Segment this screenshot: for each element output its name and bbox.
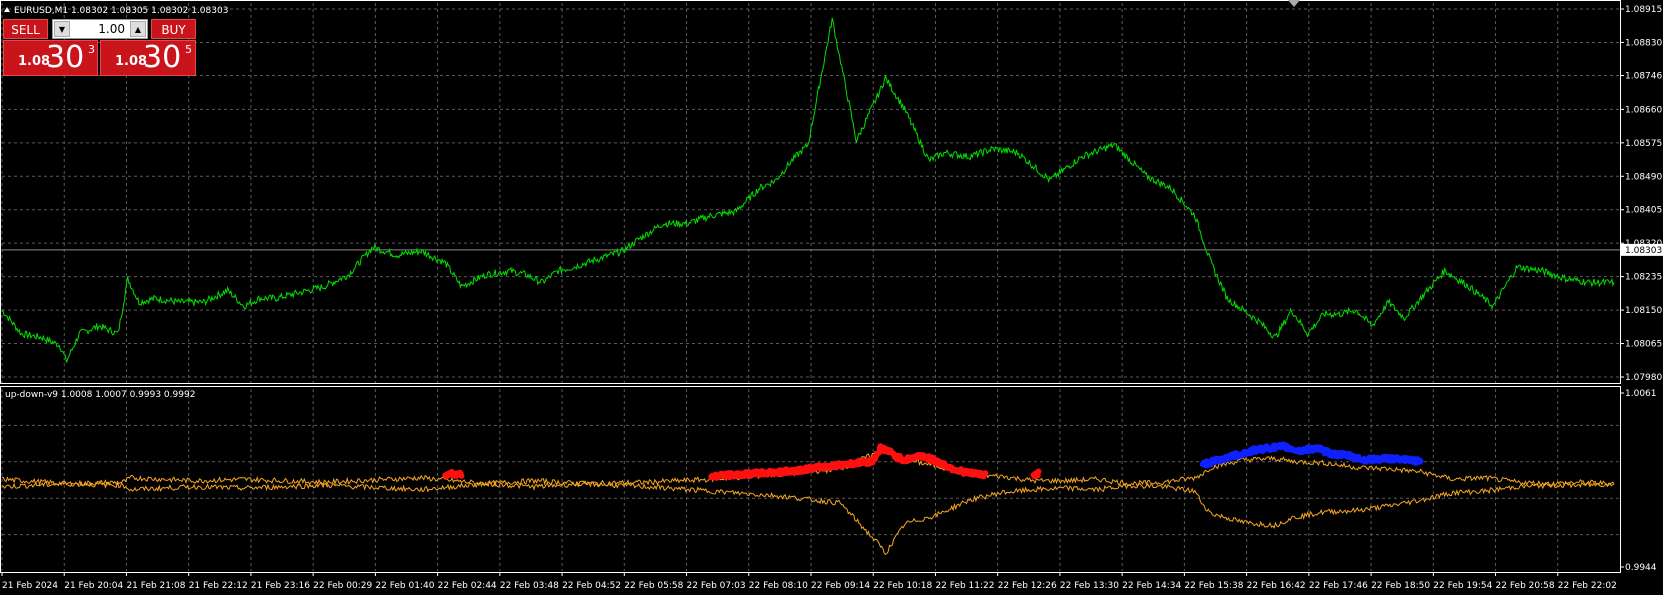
current-price-label: 1.08303 [1625, 246, 1662, 256]
buy-price-button[interactable]: 1.08 30 5 [100, 40, 196, 76]
price-label: 1.08405 [1625, 206, 1662, 216]
time-label: 22 Feb 03:48 [500, 581, 559, 591]
up-signal-dot [982, 470, 989, 477]
lot-increase-icon[interactable]: ▲ [130, 21, 146, 37]
time-label: 21 Feb 21:08 [126, 581, 185, 591]
lot-size-value[interactable]: 1.00 [98, 20, 125, 38]
up-signal-dot [458, 472, 465, 479]
time-label: 22 Feb 22:02 [1558, 581, 1617, 591]
time-label: 22 Feb 15:38 [1184, 581, 1243, 591]
price-label: 1.08150 [1625, 306, 1662, 316]
price-label: 1.08575 [1625, 139, 1662, 149]
time-label: 22 Feb 02:44 [438, 581, 497, 591]
time-label: 22 Feb 17:46 [1309, 581, 1368, 591]
one-click-trading-panel: SELL ▼ 1.00 ▲ BUY 1.08 30 3 1.08 30 5 [3, 19, 197, 76]
time-label: 22 Feb 14:34 [1122, 581, 1181, 591]
price-series-line[interactable] [1, 17, 1615, 363]
sell-price-big: 30 [46, 40, 85, 75]
price-label: 1.08830 [1625, 38, 1662, 48]
time-label: 22 Feb 11:22 [935, 581, 994, 591]
chart-shift-marker-icon[interactable] [1288, 0, 1300, 7]
time-label: 22 Feb 01:40 [375, 581, 434, 591]
indicator-axis-label: 1.0061 [1625, 389, 1657, 399]
indicator-axis-label: 0.9944 [1625, 563, 1657, 573]
price-label: 1.08065 [1625, 340, 1662, 350]
price-axis: 1.08915 1.08830 1.08746 1.08660 1.08575 1.084… [1620, 5, 1663, 573]
buy-price-big: 30 [143, 40, 182, 75]
buy-price-sup: 5 [185, 43, 192, 56]
time-label: 22 Feb 13:30 [1060, 581, 1119, 591]
lot-decrease-icon[interactable]: ▼ [54, 21, 70, 37]
down-signal-dot [1417, 458, 1424, 465]
time-label: 22 Feb 19:54 [1433, 581, 1492, 591]
sell-button[interactable]: SELL [3, 19, 48, 39]
indicator-header: up-down-v9 1.0008 1.0007 0.9993 0.9992 [5, 390, 195, 400]
symbol-header: EURUSD,M1 1.08302 1.08305 1.08302 1.0830… [14, 6, 228, 16]
price-label: 1.07980 [1625, 373, 1662, 383]
up-signal-dot [1035, 468, 1042, 475]
price-label: 1.08490 [1625, 172, 1662, 182]
time-label: 22 Feb 08:10 [749, 581, 808, 591]
time-label: 22 Feb 09:14 [811, 581, 870, 591]
time-label: 21 Feb 2024 [2, 581, 58, 591]
chart-canvas[interactable]: 1.08915 1.08830 1.08746 1.08660 1.08575 1.084… [0, 0, 1663, 595]
time-label: 22 Feb 04:52 [562, 581, 621, 591]
time-label: 22 Feb 18:50 [1371, 581, 1430, 591]
time-label: 22 Feb 10:18 [873, 581, 932, 591]
price-label: 1.08660 [1625, 105, 1662, 115]
price-panel[interactable] [1, 17, 1615, 363]
lot-size-field[interactable]: ▼ 1.00 ▲ [52, 19, 148, 39]
time-label: 22 Feb 07:03 [687, 581, 746, 591]
sell-price-button[interactable]: 1.08 30 3 [3, 40, 98, 76]
time-label: 22 Feb 12:26 [998, 581, 1057, 591]
grid [1, 3, 1620, 571]
time-label: 21 Feb 20:04 [64, 581, 123, 591]
price-label: 1.08746 [1625, 72, 1662, 82]
time-label: 22 Feb 05:58 [624, 581, 683, 591]
time-label: 22 Feb 00:29 [313, 581, 372, 591]
time-label: 22 Feb 20:58 [1496, 581, 1555, 591]
sell-price-sup: 3 [88, 43, 95, 56]
indicator-line-lower[interactable] [1, 480, 1615, 556]
time-label: 22 Feb 16:42 [1247, 581, 1306, 591]
buy-button[interactable]: BUY [151, 19, 196, 39]
price-label: 1.08235 [1625, 273, 1662, 283]
price-label: 1.08915 [1625, 5, 1662, 15]
time-axis: 21 Feb 2024 21 Feb 20:04 21 Feb 21:08 21 Fe… [1, 572, 1617, 591]
time-label: 21 Feb 22:12 [189, 581, 248, 591]
time-label: 21 Feb 23:16 [251, 581, 310, 591]
